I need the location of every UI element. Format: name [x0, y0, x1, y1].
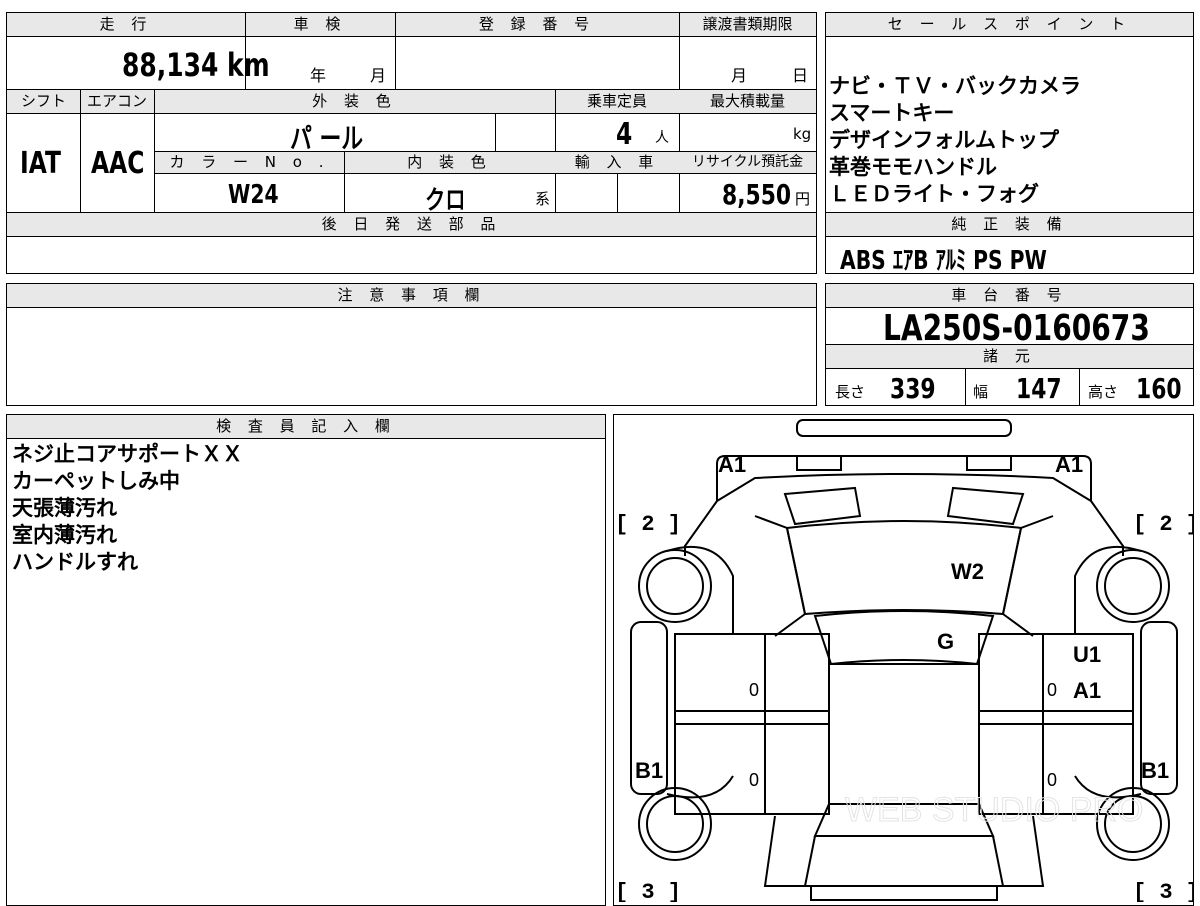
sales-point-item: スマートキー	[829, 101, 955, 125]
mark-zero: 0	[749, 770, 759, 790]
inspection-year: 年	[310, 66, 327, 85]
equipment-label: 純 正 装 備	[951, 215, 1068, 233]
inspector-header: 検 査 員 記 入 欄	[7, 415, 605, 439]
capacity-header: 乗車定員	[555, 90, 679, 114]
recycle-header: リサイクル預託金	[679, 152, 816, 174]
height-label: 高さ	[1088, 383, 1119, 401]
import-header: 輸 入 車	[555, 152, 679, 174]
mark-a1-left: A1	[718, 452, 746, 477]
tyre-rear-left: [ 3 ]	[615, 880, 681, 902]
exterior-label: 外 装 色	[312, 92, 397, 110]
registration-label: 登 録 番 号	[478, 15, 596, 33]
mark-a1-side: A1	[1073, 678, 1101, 703]
ac-label: エアコン	[86, 92, 147, 110]
tyre-rear-right: [ 3 ]	[1133, 880, 1193, 902]
inspection-label: 車 検	[293, 15, 347, 33]
interior-header: 内 装 色	[344, 152, 555, 174]
transfer-month: 月	[731, 66, 748, 85]
registration-header: 登 録 番 号	[395, 13, 679, 37]
inspector-note: ハンドルすれ	[12, 550, 138, 574]
ac-value: AAC	[91, 146, 145, 181]
width-label: 幅	[973, 383, 989, 401]
transfer-header: 譲渡書類期限	[679, 13, 816, 37]
tyre-front-left: [ 2 ]	[615, 512, 681, 537]
sales-point-item: ＬＥＤライト・フォグ	[829, 182, 1039, 206]
height-value: 160	[1136, 372, 1182, 405]
inspector-notes-list: ネジ止コアサポートＸＸ カーペットしみ中 天張薄汚れ 室内薄汚れ ハンドルすれ	[12, 441, 243, 576]
mark-a1-right: A1	[1055, 452, 1083, 477]
inspector-note: 室内薄汚れ	[12, 523, 117, 547]
mileage-header: 走 行	[7, 13, 245, 37]
inspector-note: ネジ止コアサポートＸＸ	[12, 442, 243, 466]
length-value: 339	[890, 372, 936, 405]
sales-point-label: セ ー ル ス ポ イ ン ト	[887, 15, 1132, 33]
inspector-note: 天張薄汚れ	[12, 496, 117, 520]
chassis-number: LA250S-0160673	[883, 308, 1150, 349]
capacity-label: 乗車定員	[586, 92, 647, 110]
import-label: 輸 入 車	[574, 153, 660, 171]
sales-point-list: ナビ・ＴＶ・バックカメラ スマートキー デザインフォルムトップ 革巻モモハンドル…	[829, 73, 1081, 208]
ac-header: エアコン	[80, 90, 154, 114]
color-no-value: W24	[228, 180, 279, 210]
mark-zero: 0	[1047, 680, 1057, 700]
inspector-note: カーペットしみ中	[12, 469, 180, 493]
transfer-day: 日	[792, 66, 809, 85]
mark-zero: 0	[749, 680, 759, 700]
length-label: 長さ	[835, 383, 866, 401]
tyre-front-right: [ 2 ]	[1133, 512, 1193, 537]
sales-point-item: デザインフォルムトップ	[829, 128, 1059, 152]
mark-b1-left: B1	[635, 758, 663, 783]
mark-g: G	[937, 629, 954, 654]
watermark: WEB STUDIO PRO	[845, 791, 1143, 829]
shift-label: シフト	[20, 92, 66, 110]
max-load-unit: kg	[793, 125, 812, 143]
mark-zero: 0	[1047, 770, 1057, 790]
max-load-header: 最大積載量	[679, 90, 816, 114]
chassis-label: 車 台 番 号	[951, 286, 1068, 304]
mileage-value: 88,134 km	[122, 46, 270, 84]
inspection-header: 車 検	[245, 13, 395, 37]
shift-header: シフト	[7, 90, 80, 114]
recycle-unit: 円	[795, 190, 811, 208]
interior-label: 内 装 色	[407, 153, 492, 171]
specs-header: 諸 元	[826, 345, 1193, 369]
caution-header: 注 意 事 項 欄	[7, 284, 816, 308]
shift-value: IAT	[20, 146, 61, 181]
caution-label: 注 意 事 項 欄	[337, 286, 486, 304]
exterior-header: 外 装 色	[154, 90, 555, 114]
recycle-value: 8,550	[722, 178, 792, 211]
equipment-header: 純 正 装 備	[826, 213, 1193, 237]
mark-b1-right: B1	[1141, 758, 1169, 783]
mark-w2: W2	[951, 559, 984, 584]
specs-label: 諸 元	[983, 347, 1036, 365]
sales-point-header: セ ー ル ス ポ イ ン ト	[826, 13, 1193, 37]
recycle-label: リサイクル預託金	[691, 154, 804, 170]
chassis-header: 車 台 番 号	[826, 284, 1193, 308]
max-load-label: 最大積載量	[709, 92, 785, 110]
interior-suffix: 系	[535, 190, 551, 208]
width-value: 147	[1016, 372, 1062, 405]
later-parts-header: 後 日 発 送 部 品	[7, 213, 816, 237]
equipment-value: ABS ｴｱB ｱﾙﾐ PS PW	[840, 246, 1047, 276]
capacity-unit: 人	[655, 130, 669, 146]
color-no-header: カ ラ ー N o .	[155, 152, 344, 174]
capacity-value: 4	[616, 117, 633, 152]
sales-point-item: ナビ・ＴＶ・バックカメラ	[829, 74, 1081, 98]
mark-u1: U1	[1073, 642, 1101, 667]
sales-point-item: 革巻モモハンドル	[829, 155, 997, 179]
mileage-label: 走 行	[99, 15, 153, 33]
color-no-label: カ ラ ー N o .	[169, 153, 330, 171]
transfer-label: 譲渡書類期限	[702, 15, 793, 33]
later-parts-label: 後 日 発 送 部 品	[321, 215, 502, 233]
car-diagram: A1 A1 W2 G U1 A1 B1 B1 0 0 0 0 [ 2 ] [ 2…	[615, 419, 1193, 902]
inspection-month: 月	[370, 66, 387, 85]
inspector-label: 検 査 員 記 入 欄	[216, 417, 396, 435]
